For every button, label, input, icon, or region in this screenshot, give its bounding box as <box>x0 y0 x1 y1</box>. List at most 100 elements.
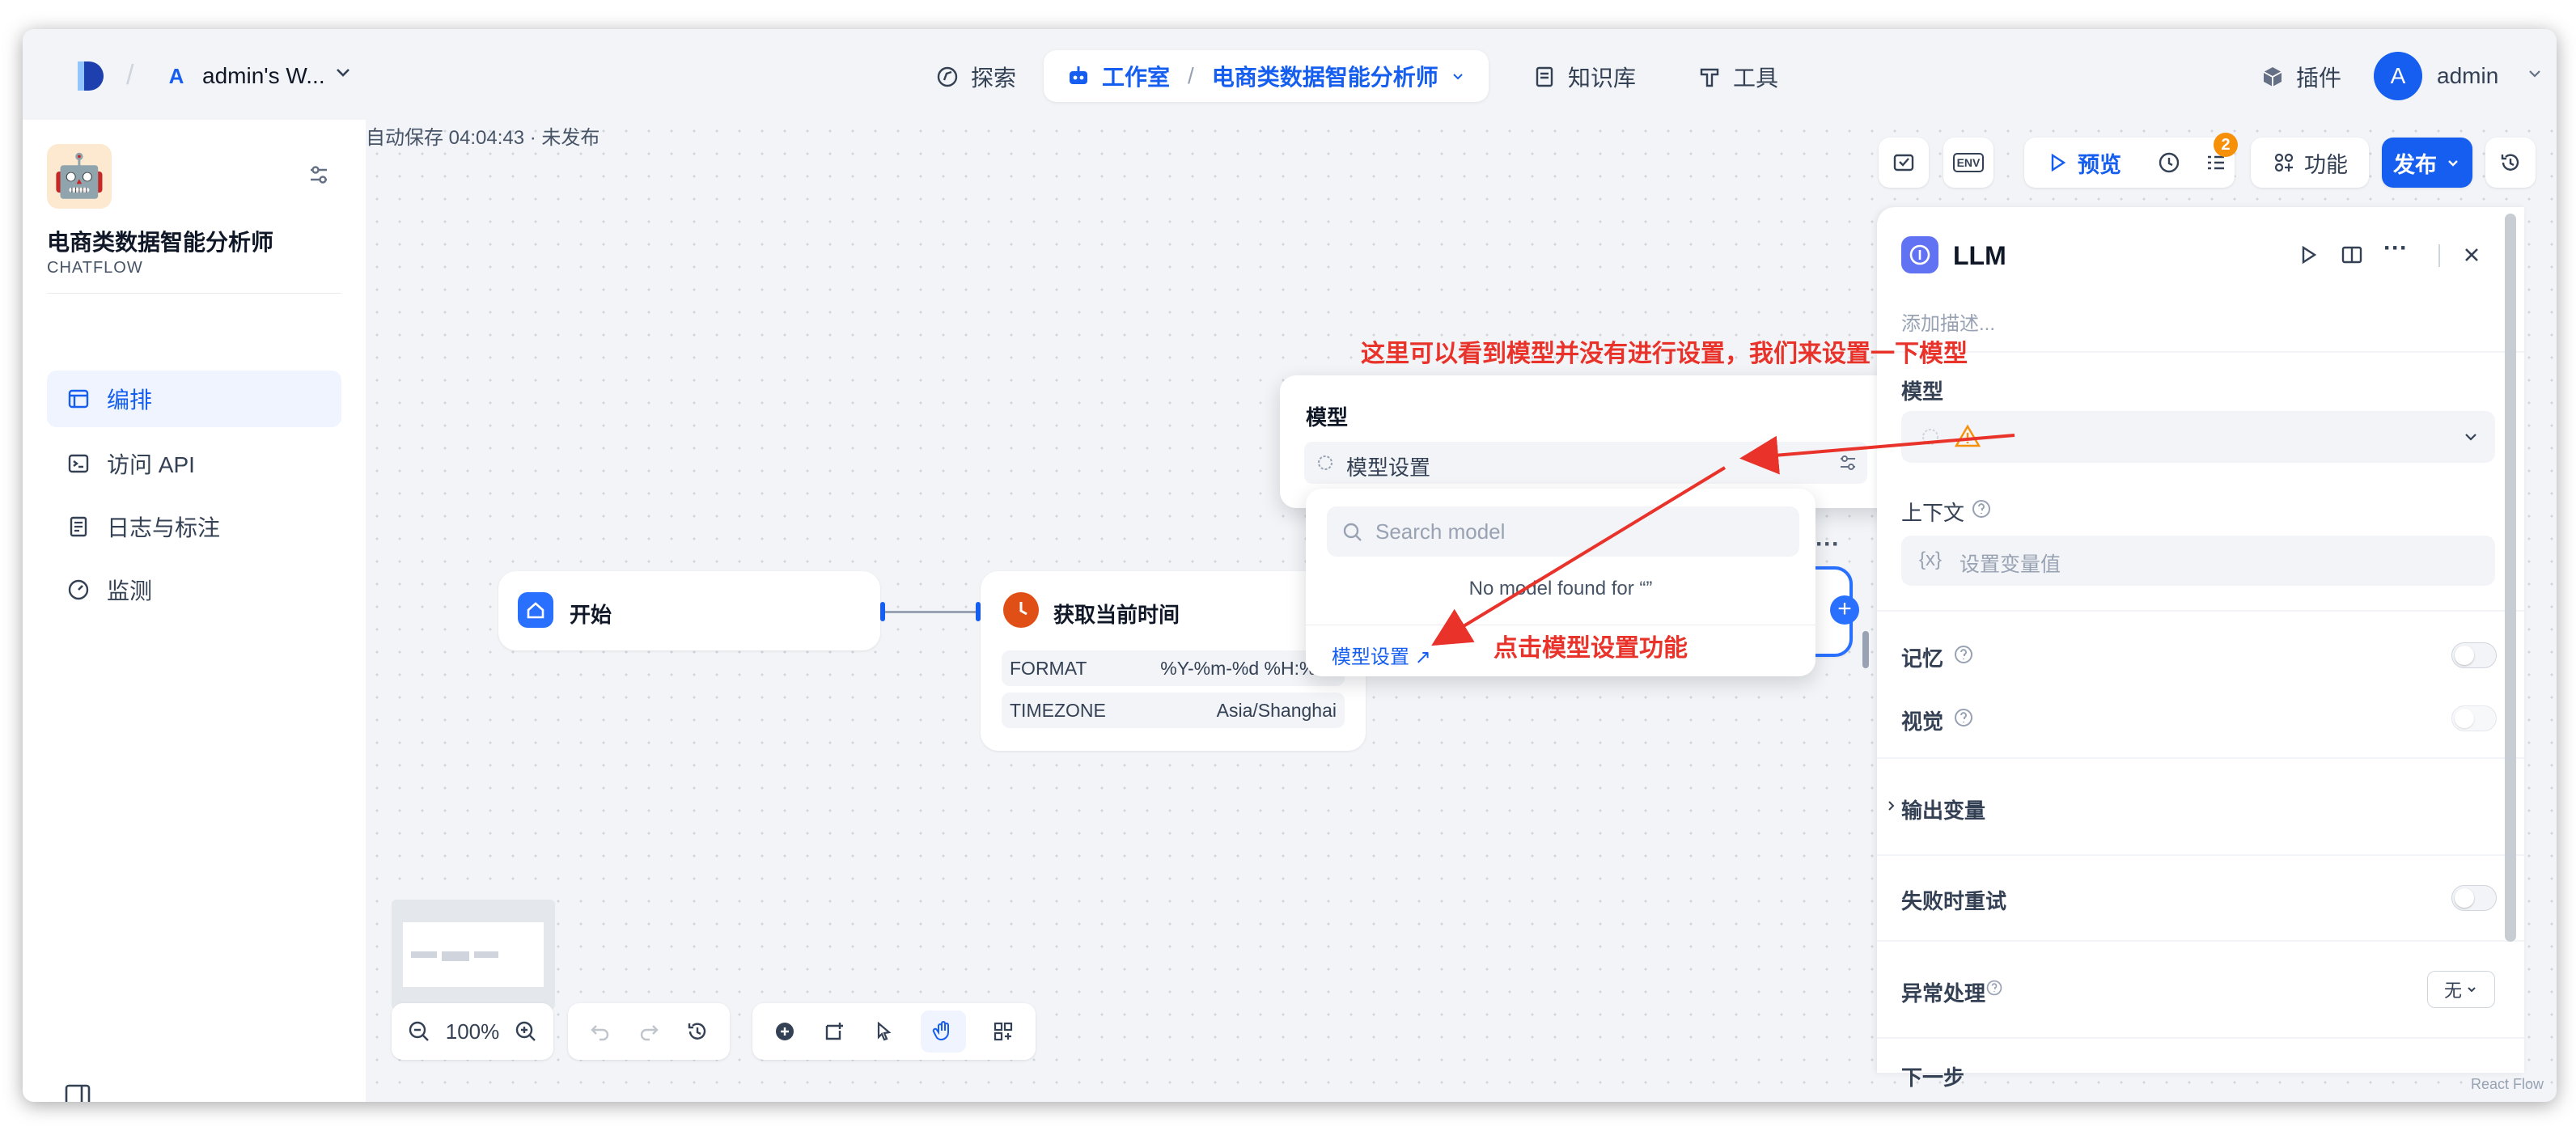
model-placeholder-icon <box>1922 429 1938 445</box>
help-icon[interactable] <box>1953 707 1974 728</box>
breadcrumb-separator: / <box>1188 63 1194 88</box>
edge-start-time[interactable] <box>885 611 976 613</box>
zoom-level[interactable]: 100% <box>446 1019 500 1044</box>
canvas-tools <box>752 1003 1036 1060</box>
app-title: 电商类数据智能分析师 <box>47 230 274 255</box>
panel-divider <box>1877 610 2524 612</box>
vision-toggle[interactable] <box>2451 705 2497 731</box>
checklist-button[interactable] <box>1879 138 1929 188</box>
history-run-icon[interactable] <box>2157 150 2181 175</box>
pointer-icon[interactable] <box>871 1019 896 1044</box>
top-nav: / A admin's W... 探索 工作室 / 电商类数据智能分析师 知识库… <box>23 29 2557 120</box>
user-avatar[interactable]: A <box>2374 52 2422 100</box>
param-row: FORMAT %Y-%m-%d %H:%M: <box>1002 650 1345 686</box>
retry-toggle[interactable] <box>2451 885 2497 911</box>
nav-studio[interactable]: 工作室 / 电商类数据智能分析师 <box>1044 50 1489 102</box>
preview-label: 预览 <box>2078 152 2121 177</box>
help-icon[interactable] <box>1985 979 2003 997</box>
minimap[interactable] <box>392 900 555 1010</box>
zoom-out-icon[interactable] <box>407 1019 431 1044</box>
redo-icon[interactable] <box>637 1019 661 1044</box>
play-icon[interactable] <box>2296 243 2320 267</box>
sidebar-item-api[interactable]: 访问 API <box>47 435 341 492</box>
env-button[interactable]: ENV <box>1943 138 1993 188</box>
preview-button[interactable]: 预览 <box>2045 147 2121 179</box>
chevron-right-icon[interactable] <box>1885 799 1898 812</box>
settings-sliders-icon[interactable] <box>1837 451 1859 474</box>
workspace-avatar[interactable]: A <box>162 61 191 91</box>
annotation-bottom: 点击模型设置功能 <box>1493 635 1688 662</box>
autosave-status: 自动保存 04:04:43 · 未发布 <box>366 127 600 149</box>
chevron-down-icon[interactable] <box>1450 68 1466 84</box>
version-history-button[interactable] <box>2485 138 2536 188</box>
error-handling-select[interactable]: 无 <box>2427 971 2495 1008</box>
model-settings-label: 模型设置 <box>1346 455 1431 480</box>
node-more-icon[interactable]: ··· <box>1815 531 1840 558</box>
history-icon[interactable] <box>685 1019 710 1044</box>
context-variable-input[interactable]: {x} 设置变量值 <box>1901 536 2495 586</box>
popover-title: 模型 <box>1306 405 1349 430</box>
start-node-title: 开始 <box>570 603 612 627</box>
panel-divider <box>1877 1037 2524 1039</box>
nav-tools[interactable]: 工具 <box>1683 55 1793 99</box>
model-select[interactable] <box>1901 411 2495 463</box>
book-open-icon[interactable] <box>2340 243 2364 267</box>
output-variables-label[interactable]: 输出变量 <box>1901 794 1985 824</box>
features-button[interactable]: 功能 <box>2251 138 2369 188</box>
model-settings-select[interactable]: 模型设置 <box>1304 442 1867 484</box>
zoom-in-icon[interactable] <box>514 1019 538 1044</box>
nav-separator: / <box>126 60 134 91</box>
robot-icon <box>1070 66 1087 84</box>
nav-explore-label: 探索 <box>971 66 1017 91</box>
chevron-down-icon <box>2465 434 2476 441</box>
search-placeholder: Search model <box>1375 519 1506 544</box>
memory-label: 记忆 <box>1901 646 1944 671</box>
workspace-name[interactable]: admin's W... <box>202 63 325 89</box>
play-icon <box>2051 153 2066 172</box>
search-icon <box>1343 523 1362 541</box>
start-node[interactable]: 开始 <box>498 571 880 650</box>
chevron-down-icon[interactable] <box>2524 63 2545 84</box>
resize-handle[interactable] <box>1862 631 1869 668</box>
sidebar-divider <box>47 293 341 294</box>
hammer-icon <box>1700 68 1719 87</box>
panel-divider <box>1877 854 2524 856</box>
memory-toggle[interactable] <box>2451 642 2497 668</box>
organize-blocks-icon[interactable] <box>991 1019 1015 1044</box>
dify-logo-icon[interactable] <box>73 58 108 94</box>
settings-sliders-icon[interactable] <box>306 162 332 188</box>
clock-icon <box>1003 592 1039 628</box>
error-handling-value: 无 <box>2443 981 2462 1001</box>
add-note-icon[interactable] <box>822 1019 846 1044</box>
compass-icon <box>937 66 958 87</box>
help-icon[interactable] <box>1971 498 1992 519</box>
add-node-icon[interactable] <box>773 1019 797 1044</box>
header-divider <box>2438 244 2440 267</box>
help-icon[interactable] <box>1953 644 1974 665</box>
sidebar-item-logs[interactable]: 日志与标注 <box>47 498 341 555</box>
nav-plugins[interactable]: 插件 <box>2246 55 2356 99</box>
sidebar-item-label: 监测 <box>107 578 153 604</box>
nav-app-name[interactable]: 电商类数据智能分析师 <box>1212 60 1438 92</box>
nav-knowledge[interactable]: 知识库 <box>1518 55 1650 99</box>
hand-tool-button[interactable] <box>920 1010 966 1053</box>
annotation-top: 这里可以看到模型并没有进行设置，我们来设置一下模型 <box>1361 341 1968 367</box>
more-icon[interactable]: ··· <box>2383 235 2408 262</box>
undo-icon[interactable] <box>588 1019 612 1044</box>
search-model-input[interactable]: Search model <box>1327 506 1799 557</box>
sidebar-collapse-icon[interactable] <box>63 1081 92 1102</box>
publish-button[interactable]: 发布 <box>2382 138 2472 188</box>
model-settings-link[interactable]: 模型设置 ↗ <box>1332 641 1431 669</box>
description-input[interactable]: 添加描述... <box>1901 307 1995 336</box>
nav-explore[interactable]: 探索 <box>921 55 1031 99</box>
add-node-plus-icon[interactable]: + <box>1830 595 1859 625</box>
user-name[interactable]: admin <box>2437 63 2498 89</box>
sidebar: 🤖 电商类数据智能分析师 CHATFLOW 编排 访问 API 日志与标注 监测 <box>23 120 366 1102</box>
sidebar-item-orchestrate[interactable]: 编排 <box>47 371 341 427</box>
panel-scrollbar[interactable] <box>2505 214 2516 942</box>
app-type: CHATFLOW <box>47 259 143 277</box>
close-icon[interactable] <box>2459 243 2484 267</box>
sidebar-item-monitor[interactable]: 监测 <box>47 561 341 618</box>
minimap-node <box>411 951 437 958</box>
chevron-down-icon[interactable] <box>330 60 356 86</box>
